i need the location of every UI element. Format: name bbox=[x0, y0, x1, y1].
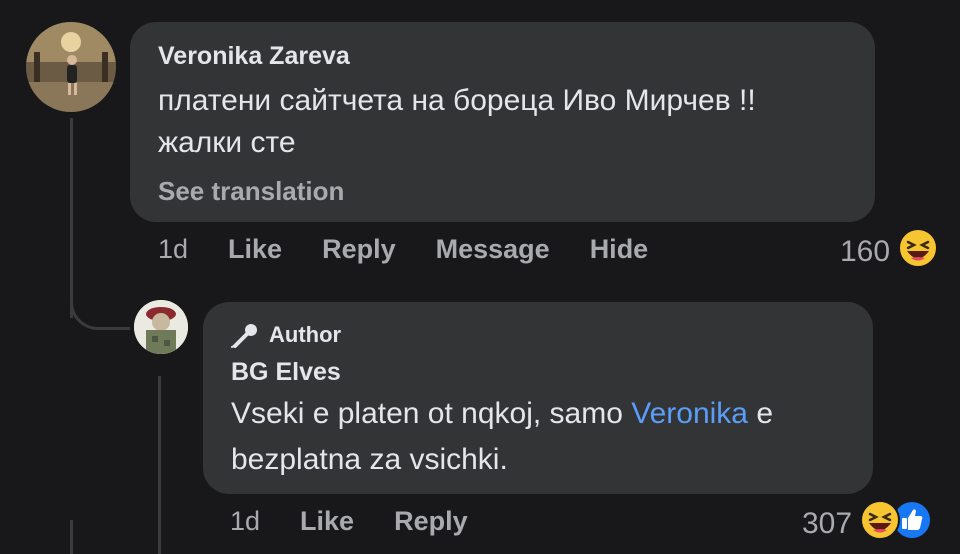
reply-like-button[interactable]: Like bbox=[300, 506, 354, 537]
comment-reactions[interactable]: 160 bbox=[840, 228, 939, 276]
thread-line-bottom bbox=[70, 520, 73, 554]
hide-button[interactable]: Hide bbox=[590, 234, 649, 265]
avatar-bg-elves[interactable] bbox=[134, 300, 188, 354]
like-button[interactable]: Like bbox=[228, 234, 282, 265]
reply-text-prefix: Vseki e platen ot nqkoj, samo bbox=[231, 397, 632, 430]
comment-bubble[interactable]: Veronika Zareva платени сайтчета на боре… bbox=[130, 22, 875, 222]
author-badge: Author bbox=[231, 322, 341, 348]
reply-author-name[interactable]: BG Elves bbox=[231, 358, 341, 387]
reply-reply-button[interactable]: Reply bbox=[394, 506, 468, 537]
thread-line-curve bbox=[70, 290, 130, 330]
thread-line-reply bbox=[158, 376, 161, 554]
comment-text-line1: платени сайтчета на бореца Иво Мирчев !! bbox=[158, 84, 756, 117]
thread-line-main bbox=[70, 118, 73, 318]
reply-reaction-count: 307 bbox=[802, 507, 853, 540]
reaction-count: 160 bbox=[840, 235, 891, 268]
message-button[interactable]: Message bbox=[436, 234, 550, 265]
reply-actions: 1d Like Reply bbox=[230, 506, 508, 537]
reply-bubble[interactable]: Author BG Elves Vseki e platen ot nqkoj,… bbox=[203, 302, 873, 494]
reply-button[interactable]: Reply bbox=[322, 234, 396, 265]
mention-link[interactable]: Veronika bbox=[631, 397, 748, 430]
comment-author-name[interactable]: Veronika Zareva bbox=[158, 42, 350, 71]
laughing-emoji-icon bbox=[860, 500, 901, 548]
laughing-emoji-icon bbox=[898, 228, 939, 276]
reply-text-line1: Vseki e platen ot nqkoj, samo Veronika e bbox=[231, 391, 773, 437]
comment-text-line2: жалки сте bbox=[158, 126, 296, 159]
comment-actions: 1d Like Reply Message Hide bbox=[158, 234, 688, 265]
reply-text-line2: bezplatna za vsichki. bbox=[231, 443, 508, 476]
microphone-icon bbox=[231, 324, 257, 348]
author-badge-label: Author bbox=[269, 322, 342, 347]
reply-text-suffix: e bbox=[747, 397, 774, 430]
comment-timestamp[interactable]: 1d bbox=[158, 234, 188, 265]
reply-reactions[interactable]: 307 bbox=[802, 500, 933, 548]
avatar-veronika[interactable] bbox=[26, 22, 116, 112]
see-translation-link[interactable]: See translation bbox=[158, 176, 344, 207]
reply-timestamp[interactable]: 1d bbox=[230, 506, 260, 537]
